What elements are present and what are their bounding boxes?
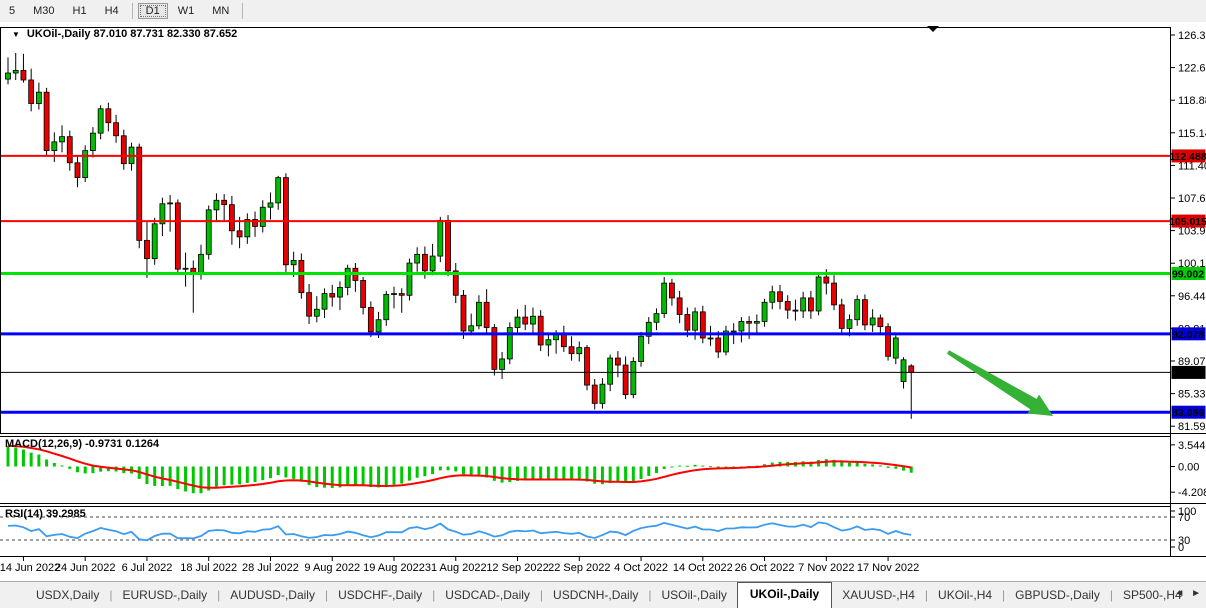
- tab-ukoil-h4[interactable]: UKOil-,H4: [928, 584, 1002, 608]
- macd-axis-label: 0.00: [1178, 462, 1199, 474]
- rsi-axis-label: 0: [1178, 542, 1184, 554]
- chart-canvas[interactable]: 126.360122.620118.880115.140111.400107.6…: [0, 22, 1206, 581]
- date-axis-label: 14 Oct 2022: [673, 562, 733, 574]
- date-axis-label: 12 Sep 2022: [486, 562, 548, 574]
- tabbar-scroll-right-icon[interactable]: ►: [1191, 588, 1203, 599]
- price-axis-tick-label: 85.330: [1178, 389, 1206, 401]
- price-axis-tick-label: 118.880: [1178, 95, 1206, 107]
- tab-usdchf-daily[interactable]: USDCHF-,Daily: [328, 584, 432, 608]
- svg-text:83.086: 83.086: [1172, 407, 1204, 419]
- tabbar-scroll-arrows: ◄ ►: [1174, 588, 1203, 599]
- macd-axis-label: 3.5448: [1178, 440, 1206, 452]
- chart-title-ohlc: UKOil-,Daily 87.010 87.731 82.330 87.652: [27, 28, 237, 40]
- price-axis-tick-label: 122.620: [1178, 63, 1206, 75]
- tab-xauusd-h4[interactable]: XAUUSD-,H4: [832, 584, 925, 608]
- date-axis-label: 26 Oct 2022: [735, 562, 795, 574]
- svg-text:92.078: 92.078: [1172, 329, 1204, 341]
- date-axis-label: 9 Aug 2022: [304, 562, 360, 574]
- chart-symbol-header: ▼ UKOil-,Daily 87.010 87.731 82.330 87.6…: [12, 28, 237, 40]
- price-axis-tick-label: 107.660: [1178, 193, 1206, 205]
- tab-gbpusd-daily[interactable]: GBPUSD-,Daily: [1005, 584, 1110, 608]
- svg-text:87.652: 87.652: [1172, 367, 1204, 379]
- timeframe-toolbar: 5M30H1H4 D1W1MN: [0, 0, 1206, 23]
- tab-usoil-daily[interactable]: USOil-,Daily: [652, 584, 737, 608]
- tab-eurusd-daily[interactable]: EURUSD-,Daily: [112, 584, 217, 608]
- toolbar-separator: [242, 3, 243, 19]
- tab-ukoil-daily[interactable]: UKOil-,Daily: [737, 582, 832, 608]
- tab-audusd-daily[interactable]: AUDUSD-,Daily: [220, 584, 325, 608]
- date-axis-label: 31 Aug 2022: [425, 562, 487, 574]
- timeframe-button-h4[interactable]: H4: [97, 3, 127, 19]
- tab-usdcnh-daily[interactable]: USDCNH-,Daily: [543, 584, 648, 608]
- price-axis-tick-label: 81.590: [1178, 421, 1206, 433]
- date-axis-label: 28 Jul 2022: [242, 562, 299, 574]
- toolbar-separator: [132, 3, 133, 19]
- rsi-axis-label: 70: [1178, 512, 1190, 524]
- date-axis-label: 24 Jun 2022: [55, 562, 116, 574]
- tab-usdx-daily[interactable]: USDX,Daily: [26, 584, 109, 608]
- date-axis-label: 14 Jun 2022: [0, 562, 60, 574]
- rsi-indicator-label: RSI(14) 39.2985: [5, 508, 86, 520]
- timeframe-button-m30[interactable]: M30: [25, 3, 62, 19]
- mt4-window: { "toolbar": { "timeframes": ["5", "M30"…: [0, 0, 1206, 608]
- chart-collapse-icon[interactable]: ▼: [12, 30, 20, 39]
- tabbar-scroll-left-icon[interactable]: ◄: [1174, 588, 1186, 599]
- date-axis-label: 17 Nov 2022: [857, 562, 919, 574]
- date-axis-label: 7 Nov 2022: [798, 562, 854, 574]
- timeframe-button-h1[interactable]: H1: [65, 3, 95, 19]
- chart-background: [0, 22, 1206, 581]
- date-axis-label: 6 Jul 2022: [122, 562, 173, 574]
- timeframe-button-w1[interactable]: W1: [170, 3, 203, 19]
- date-axis-label: 19 Aug 2022: [363, 562, 425, 574]
- price-axis-tick-label: 115.140: [1178, 128, 1206, 140]
- timeframe-button-d1[interactable]: D1: [138, 3, 168, 19]
- macd-axis-label: -4.2086: [1178, 487, 1206, 499]
- tab-usdcad-daily[interactable]: USDCAD-,Daily: [435, 584, 540, 608]
- svg-text:112.488: 112.488: [1169, 151, 1206, 163]
- svg-text:105.015: 105.015: [1169, 216, 1206, 228]
- date-axis-label: 22 Sep 2022: [548, 562, 610, 574]
- macd-indicator-label: MACD(12,26,9) -0.9731 0.1264: [5, 438, 159, 450]
- price-axis-tick-label: 96.440: [1178, 291, 1206, 303]
- svg-text:99.002: 99.002: [1172, 268, 1204, 280]
- date-axis-label: 4 Oct 2022: [614, 562, 668, 574]
- timeframe-button-mn[interactable]: MN: [204, 3, 237, 19]
- symbol-tabbar: USDX,Daily|EURUSD-,Daily|AUDUSD-,Daily|U…: [0, 581, 1206, 608]
- price-axis-tick-label: 126.360: [1178, 30, 1206, 42]
- timeframe-button-5[interactable]: 5: [1, 3, 23, 19]
- date-axis-label: 18 Jul 2022: [180, 562, 237, 574]
